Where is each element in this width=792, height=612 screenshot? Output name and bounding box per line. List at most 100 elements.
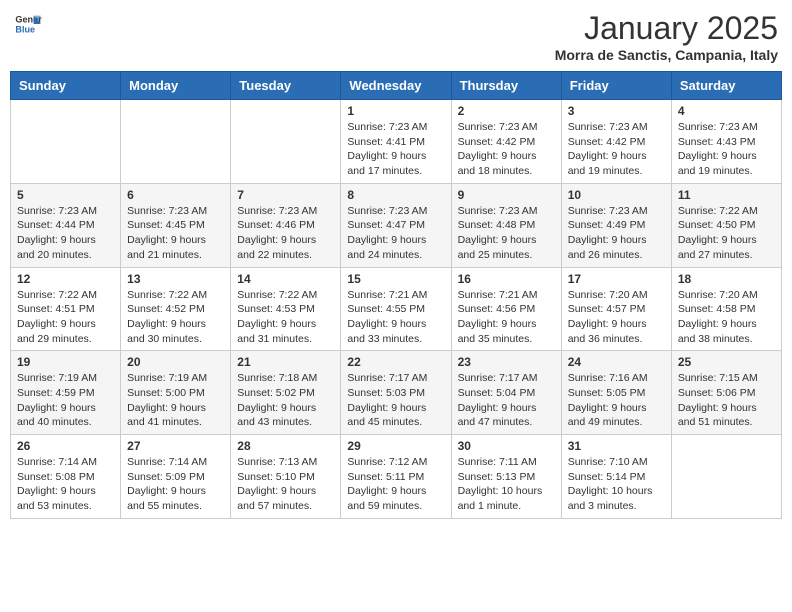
day-number: 11 [678, 188, 775, 202]
calendar-cell [231, 100, 341, 184]
calendar-cell: 7 Sunrise: 7:23 AMSunset: 4:46 PMDaylight… [231, 183, 341, 267]
day-number: 12 [17, 272, 114, 286]
day-info: Sunrise: 7:14 AMSunset: 5:09 PMDaylight:… [127, 455, 224, 514]
weekday-header-row: SundayMondayTuesdayWednesdayThursdayFrid… [11, 72, 782, 100]
day-info: Sunrise: 7:20 AMSunset: 4:57 PMDaylight:… [568, 288, 665, 347]
day-number: 27 [127, 439, 224, 453]
day-info: Sunrise: 7:23 AMSunset: 4:43 PMDaylight:… [678, 120, 775, 179]
day-number: 28 [237, 439, 334, 453]
day-info: Sunrise: 7:23 AMSunset: 4:49 PMDaylight:… [568, 204, 665, 263]
calendar-cell: 15 Sunrise: 7:21 AMSunset: 4:55 PMDayligh… [341, 267, 451, 351]
calendar-table: SundayMondayTuesdayWednesdayThursdayFrid… [10, 71, 782, 519]
calendar-cell: 13 Sunrise: 7:22 AMSunset: 4:52 PMDayligh… [121, 267, 231, 351]
calendar-cell: 29 Sunrise: 7:12 AMSunset: 5:11 PMDayligh… [341, 435, 451, 519]
day-info: Sunrise: 7:16 AMSunset: 5:05 PMDaylight:… [568, 371, 665, 430]
calendar-week-3: 12 Sunrise: 7:22 AMSunset: 4:51 PMDayligh… [11, 267, 782, 351]
weekday-header-sunday: Sunday [11, 72, 121, 100]
calendar-cell: 21Sunrise: 7:18 AMSunset: 5:02 PMDayligh… [231, 351, 341, 435]
calendar-cell: 11Sunrise: 7:22 AMSunset: 4:50 PMDayligh… [671, 183, 781, 267]
weekday-header-monday: Monday [121, 72, 231, 100]
day-number: 24 [568, 355, 665, 369]
day-number: 31 [568, 439, 665, 453]
day-info: Sunrise: 7:21 AMSunset: 4:56 PMDaylight:… [458, 288, 555, 347]
calendar-cell: 8 Sunrise: 7:23 AMSunset: 4:47 PMDaylight… [341, 183, 451, 267]
day-info: Sunrise: 7:23 AMSunset: 4:42 PMDaylight:… [458, 120, 555, 179]
day-number: 4 [678, 104, 775, 118]
calendar-cell: 2Sunrise: 7:23 AMSunset: 4:42 PMDaylight… [451, 100, 561, 184]
calendar-cell [671, 435, 781, 519]
calendar-cell: 26 Sunrise: 7:14 AMSunset: 5:08 PMDayligh… [11, 435, 121, 519]
day-info: Sunrise: 7:17 AMSunset: 5:04 PMDaylight:… [458, 371, 555, 430]
weekday-header-thursday: Thursday [451, 72, 561, 100]
day-info: Sunrise: 7:21 AMSunset: 4:55 PMDaylight:… [347, 288, 444, 347]
day-info: Sunrise: 7:19 AMSunset: 5:00 PMDaylight:… [127, 371, 224, 430]
logo: General Blue [14, 10, 42, 38]
day-number: 6 [127, 188, 224, 202]
day-number: 25 [678, 355, 775, 369]
calendar-week-5: 26 Sunrise: 7:14 AMSunset: 5:08 PMDayligh… [11, 435, 782, 519]
day-info: Sunrise: 7:23 AMSunset: 4:47 PMDaylight:… [347, 204, 444, 263]
day-info: Sunrise: 7:22 AMSunset: 4:52 PMDaylight:… [127, 288, 224, 347]
calendar-week-4: 19 Sunrise: 7:19 AMSunset: 4:59 PMDayligh… [11, 351, 782, 435]
day-number: 5 [17, 188, 114, 202]
day-info: Sunrise: 7:23 AMSunset: 4:45 PMDaylight:… [127, 204, 224, 263]
calendar-cell: 6 Sunrise: 7:23 AMSunset: 4:45 PMDaylight… [121, 183, 231, 267]
calendar-cell: 23Sunrise: 7:17 AMSunset: 5:04 PMDayligh… [451, 351, 561, 435]
day-info: Sunrise: 7:22 AMSunset: 4:51 PMDaylight:… [17, 288, 114, 347]
day-info: Sunrise: 7:23 AMSunset: 4:46 PMDaylight:… [237, 204, 334, 263]
calendar-cell: 24 Sunrise: 7:16 AMSunset: 5:05 PMDayligh… [561, 351, 671, 435]
day-info: Sunrise: 7:14 AMSunset: 5:08 PMDaylight:… [17, 455, 114, 514]
day-info: Sunrise: 7:10 AMSunset: 5:14 PMDaylight:… [568, 455, 665, 514]
calendar-cell: 19 Sunrise: 7:19 AMSunset: 4:59 PMDayligh… [11, 351, 121, 435]
day-info: Sunrise: 7:23 AMSunset: 4:44 PMDaylight:… [17, 204, 114, 263]
day-number: 8 [347, 188, 444, 202]
day-number: 16 [458, 272, 555, 286]
calendar-cell: 28 Sunrise: 7:13 AMSunset: 5:10 PMDayligh… [231, 435, 341, 519]
calendar-cell: 18Sunrise: 7:20 AMSunset: 4:58 PMDayligh… [671, 267, 781, 351]
day-number: 10 [568, 188, 665, 202]
day-number: 13 [127, 272, 224, 286]
calendar-cell: 1Sunrise: 7:23 AMSunset: 4:41 PMDaylight… [341, 100, 451, 184]
day-info: Sunrise: 7:15 AMSunset: 5:06 PMDaylight:… [678, 371, 775, 430]
calendar-cell: 20 Sunrise: 7:19 AMSunset: 5:00 PMDayligh… [121, 351, 231, 435]
calendar-cell: 25 Sunrise: 7:15 AMSunset: 5:06 PMDayligh… [671, 351, 781, 435]
day-info: Sunrise: 7:12 AMSunset: 5:11 PMDaylight:… [347, 455, 444, 514]
day-info: Sunrise: 7:20 AMSunset: 4:58 PMDaylight:… [678, 288, 775, 347]
day-number: 19 [17, 355, 114, 369]
location-subtitle: Morra de Sanctis, Campania, Italy [555, 47, 778, 63]
day-info: Sunrise: 7:11 AMSunset: 5:13 PMDaylight:… [458, 455, 555, 514]
day-number: 14 [237, 272, 334, 286]
calendar-cell: 27 Sunrise: 7:14 AMSunset: 5:09 PMDayligh… [121, 435, 231, 519]
calendar-cell: 4 Sunrise: 7:23 AMSunset: 4:43 PMDaylight… [671, 100, 781, 184]
title-block: January 2025 Morra de Sanctis, Campania,… [555, 10, 778, 63]
day-info: Sunrise: 7:23 AMSunset: 4:42 PMDaylight:… [568, 120, 665, 179]
day-number: 3 [568, 104, 665, 118]
day-number: 7 [237, 188, 334, 202]
day-info: Sunrise: 7:22 AMSunset: 4:53 PMDaylight:… [237, 288, 334, 347]
month-title: January 2025 [555, 10, 778, 47]
weekday-header-wednesday: Wednesday [341, 72, 451, 100]
weekday-header-saturday: Saturday [671, 72, 781, 100]
day-number: 15 [347, 272, 444, 286]
day-info: Sunrise: 7:17 AMSunset: 5:03 PMDaylight:… [347, 371, 444, 430]
calendar-cell: 31 Sunrise: 7:10 AMSunset: 5:14 PMDayligh… [561, 435, 671, 519]
calendar-cell: 16 Sunrise: 7:21 AMSunset: 4:56 PMDayligh… [451, 267, 561, 351]
day-info: Sunrise: 7:19 AMSunset: 4:59 PMDaylight:… [17, 371, 114, 430]
day-number: 26 [17, 439, 114, 453]
day-number: 29 [347, 439, 444, 453]
weekday-header-tuesday: Tuesday [231, 72, 341, 100]
calendar-cell: 9Sunrise: 7:23 AMSunset: 4:48 PMDaylight… [451, 183, 561, 267]
day-number: 30 [458, 439, 555, 453]
calendar-week-2: 5 Sunrise: 7:23 AMSunset: 4:44 PMDaylight… [11, 183, 782, 267]
page-header: General Blue January 2025 Morra de Sanct… [10, 10, 782, 63]
day-number: 22 [347, 355, 444, 369]
calendar-cell [121, 100, 231, 184]
day-number: 21 [237, 355, 334, 369]
day-number: 17 [568, 272, 665, 286]
day-number: 20 [127, 355, 224, 369]
calendar-week-1: 1Sunrise: 7:23 AMSunset: 4:41 PMDaylight… [11, 100, 782, 184]
svg-text:Blue: Blue [15, 24, 35, 34]
weekday-header-friday: Friday [561, 72, 671, 100]
calendar-cell: 12 Sunrise: 7:22 AMSunset: 4:51 PMDayligh… [11, 267, 121, 351]
day-info: Sunrise: 7:13 AMSunset: 5:10 PMDaylight:… [237, 455, 334, 514]
